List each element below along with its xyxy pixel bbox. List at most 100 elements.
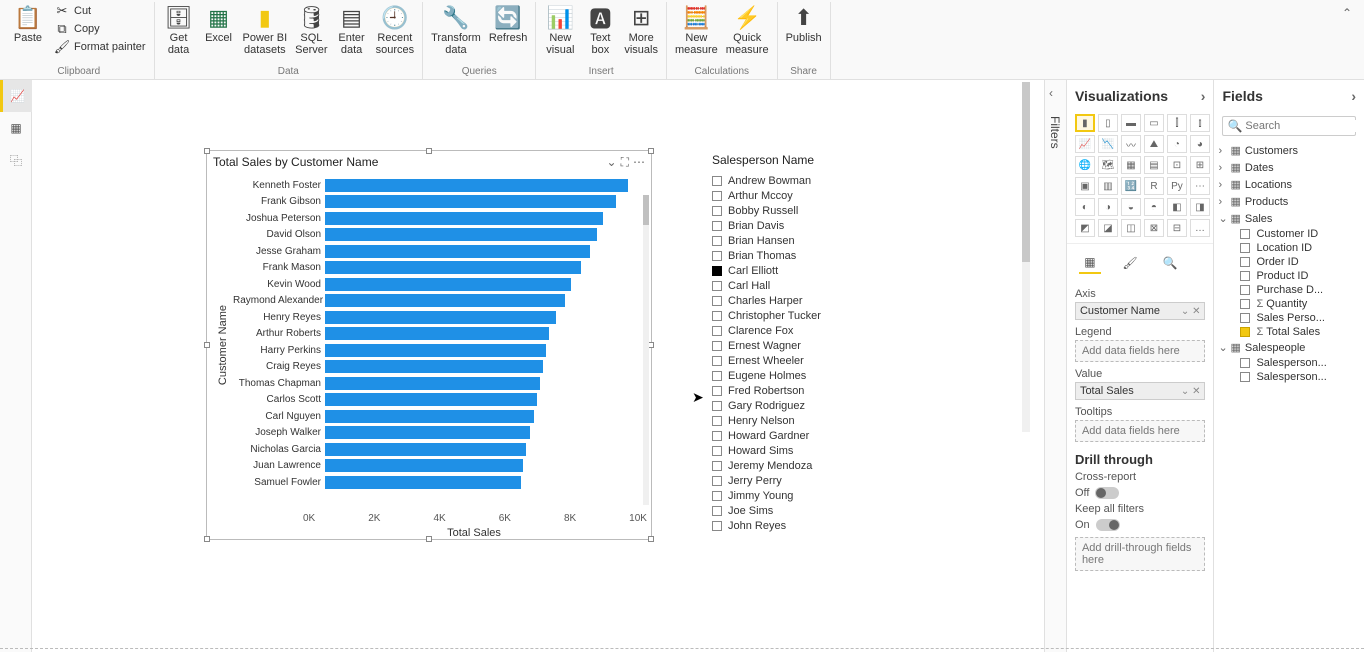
refresh-button[interactable]: 🔄Refresh	[485, 2, 532, 46]
viz-type-icon[interactable]: ◑	[1098, 198, 1118, 216]
pbi-datasets-button[interactable]: ▮Power BI datasets	[239, 2, 292, 58]
bar-row[interactable]: Joshua Peterson	[233, 210, 641, 226]
copy-button[interactable]: ⧉Copy	[50, 20, 150, 38]
bar[interactable]	[325, 294, 565, 307]
bar[interactable]	[325, 228, 597, 241]
axis-pill-actions[interactable]: ⌄ ✕	[1181, 306, 1201, 317]
table-node[interactable]: ⌄▦Salespeople	[1218, 339, 1360, 356]
viz-type-icon[interactable]: ▤	[1144, 156, 1164, 174]
checkbox-icon[interactable]	[712, 221, 722, 231]
viz-type-icon[interactable]: 📉	[1098, 135, 1118, 153]
viz-type-icon[interactable]: 📈	[1075, 135, 1095, 153]
publish-button[interactable]: ⬆Publish	[782, 2, 826, 46]
checkbox-icon[interactable]	[712, 281, 722, 291]
more-options-icon[interactable]: ⋯	[633, 155, 645, 170]
bar-row[interactable]: Henry Reyes	[233, 309, 641, 325]
bar[interactable]	[325, 261, 581, 274]
slicer-item[interactable]: Arthur Mccoy	[712, 188, 912, 203]
bar-row[interactable]: Carl Nguyen	[233, 408, 641, 424]
collapse-viz-icon[interactable]: ›	[1201, 88, 1206, 104]
checkbox-icon[interactable]	[712, 266, 722, 276]
slicer-item[interactable]: Carl Hall	[712, 278, 912, 293]
viz-type-icon[interactable]: ⫾	[1190, 114, 1210, 132]
viz-type-icon[interactable]: ⫿	[1167, 114, 1187, 132]
bar-row[interactable]: Joseph Walker	[233, 425, 641, 441]
cut-button[interactable]: ✂Cut	[50, 2, 150, 20]
cross-report-toggle[interactable]	[1095, 487, 1119, 499]
bar-row[interactable]: Thomas Chapman	[233, 375, 641, 391]
slicer-visual[interactable]: Salesperson Name Andrew BowmanArthur Mcc…	[712, 153, 912, 533]
viz-type-icon[interactable]: ⊠	[1144, 219, 1164, 237]
viz-type-icon[interactable]: ⋯	[1190, 177, 1210, 195]
resize-handle-nw[interactable]	[204, 148, 210, 154]
viz-type-icon[interactable]: ◪	[1098, 219, 1118, 237]
checkbox-icon[interactable]	[712, 341, 722, 351]
slicer-item[interactable]: Gary Rodriguez	[712, 398, 912, 413]
table-node[interactable]: ›▦Products	[1218, 193, 1360, 210]
checkbox-icon[interactable]	[712, 431, 722, 441]
viz-type-icon[interactable]: ▮	[1075, 114, 1095, 132]
bar[interactable]	[325, 360, 543, 373]
field-checkbox[interactable]	[1240, 372, 1250, 382]
transform-data-button[interactable]: 🔧Transform data	[427, 2, 485, 58]
chart-scrollbar-thumb[interactable]	[643, 195, 649, 225]
get-data-button[interactable]: 🗄Get data	[159, 2, 199, 58]
bar-row[interactable]: Arthur Roberts	[233, 326, 641, 342]
bar-row[interactable]: Kevin Wood	[233, 276, 641, 292]
canvas-scrollbar[interactable]	[1022, 82, 1030, 432]
value-well-pill[interactable]: Total Sales⌄ ✕	[1075, 382, 1206, 400]
slicer-item[interactable]: Fred Robertson	[712, 383, 912, 398]
table-node[interactable]: ›▦Customers	[1218, 142, 1360, 159]
bar[interactable]	[325, 311, 556, 324]
viz-type-icon[interactable]: ⊡	[1167, 156, 1187, 174]
model-view-button[interactable]: ⿻	[0, 144, 32, 176]
collapse-ribbon-button[interactable]: ⌃	[1334, 2, 1360, 79]
table-node[interactable]: ⌄▦Sales	[1218, 210, 1360, 227]
viz-type-icon[interactable]: 〰	[1121, 135, 1141, 153]
bar[interactable]	[325, 327, 549, 340]
viz-type-icon[interactable]: ▯	[1098, 114, 1118, 132]
new-measure-button[interactable]: 🧮New measure	[671, 2, 722, 58]
value-pill-actions[interactable]: ⌄ ✕	[1181, 386, 1201, 397]
field-node[interactable]: Sales Perso...	[1218, 311, 1360, 325]
report-canvas[interactable]: Total Sales by Customer Name ⌄ ⛶ ⋯ Custo…	[32, 80, 1044, 646]
bar[interactable]	[325, 426, 530, 439]
checkbox-icon[interactable]	[712, 416, 722, 426]
resize-handle-sw[interactable]	[204, 536, 210, 542]
paste-button[interactable]: 📋 Paste	[8, 2, 50, 46]
checkbox-icon[interactable]	[712, 176, 722, 186]
slicer-item[interactable]: Brian Thomas	[712, 248, 912, 263]
slicer-item[interactable]: Jeremy Mendoza	[712, 458, 912, 473]
expand-filters-icon[interactable]: ‹	[1049, 86, 1053, 100]
checkbox-icon[interactable]	[712, 311, 722, 321]
slicer-item[interactable]: Christopher Tucker	[712, 308, 912, 323]
filter-icon[interactable]: ⌄	[607, 155, 617, 170]
resize-handle-n[interactable]	[426, 148, 432, 154]
drill-through-box[interactable]: Add drill-through fields here	[1075, 537, 1206, 571]
slicer-item[interactable]: Brian Hansen	[712, 233, 912, 248]
field-checkbox[interactable]	[1240, 313, 1250, 323]
slicer-item[interactable]: Charles Harper	[712, 293, 912, 308]
filters-pane-collapsed[interactable]: ‹ Filters	[1045, 80, 1067, 652]
viz-type-icon[interactable]: Py	[1167, 177, 1187, 195]
slicer-item[interactable]: Jimmy Young	[712, 488, 912, 503]
bar-row[interactable]: Raymond Alexander	[233, 293, 641, 309]
field-checkbox[interactable]	[1240, 285, 1250, 295]
field-checkbox[interactable]	[1240, 299, 1250, 309]
viz-type-icon[interactable]: ◨	[1190, 198, 1210, 216]
keep-filters-toggle[interactable]	[1096, 519, 1120, 531]
checkbox-icon[interactable]	[712, 461, 722, 471]
viz-type-icon[interactable]: 🗺	[1098, 156, 1118, 174]
checkbox-icon[interactable]	[712, 506, 722, 516]
viz-type-icon[interactable]: ◧	[1167, 198, 1187, 216]
slicer-item[interactable]: Clarence Fox	[712, 323, 912, 338]
bar[interactable]	[325, 476, 521, 489]
bar[interactable]	[325, 459, 523, 472]
chevron-icon[interactable]: ›	[1218, 162, 1230, 174]
bar-row[interactable]: Nicholas Garcia	[233, 441, 641, 457]
checkbox-icon[interactable]	[712, 371, 722, 381]
collapse-fields-icon[interactable]: ›	[1351, 88, 1356, 104]
axis-well-pill[interactable]: Customer Name⌄ ✕	[1075, 302, 1206, 320]
resize-handle-se[interactable]	[648, 536, 654, 542]
field-checkbox[interactable]	[1240, 229, 1250, 239]
